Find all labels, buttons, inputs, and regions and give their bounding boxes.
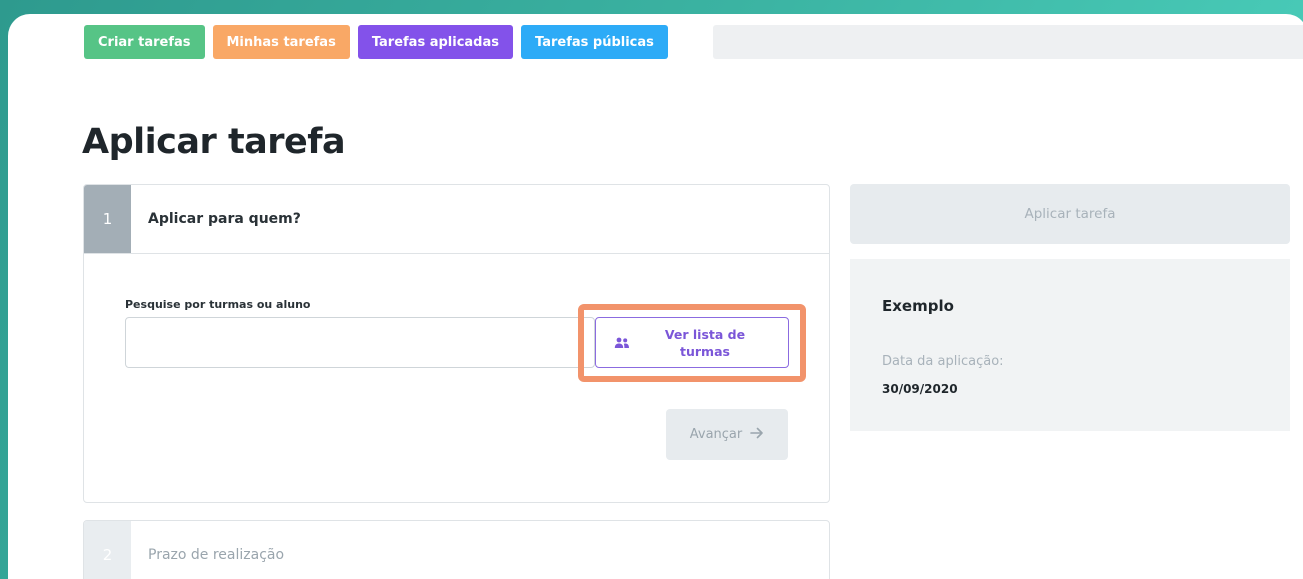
people-icon: [614, 337, 636, 349]
preview-panel: Exemplo Data da aplicação: 30/09/2020: [850, 259, 1290, 431]
tab-tarefas-aplicadas[interactable]: Tarefas aplicadas: [357, 25, 513, 59]
preview-title: Exemplo: [882, 297, 954, 315]
step-2-number: 2: [84, 521, 131, 579]
step-1-header[interactable]: 1 Aplicar para quem?: [84, 185, 829, 254]
step-1-panel: 1 Aplicar para quem? Pesquise por turmas…: [83, 184, 830, 503]
tab-criar-tarefas[interactable]: Criar tarefas: [84, 25, 205, 59]
page-title: Aplicar tarefa: [82, 122, 346, 162]
tab-bar: Criar tarefas Minhas tarefas Tarefas apl…: [84, 25, 668, 59]
preview-date-value: 30/09/2020: [882, 382, 958, 396]
arrow-right-icon: [750, 427, 764, 443]
search-input[interactable]: [125, 317, 595, 368]
step-1-number: 1: [84, 185, 131, 253]
apply-task-button[interactable]: Aplicar tarefa: [850, 184, 1290, 244]
step-2-title: Prazo de realização: [148, 547, 285, 563]
view-class-list-label: Ver lista de turmas: [664, 326, 746, 359]
tab-tarefas-publicas[interactable]: Tarefas públicas: [521, 25, 668, 59]
step-1-title: Aplicar para quem?: [148, 211, 301, 227]
next-button-label: Avançar: [689, 427, 743, 442]
step-2-panel[interactable]: 2 Prazo de realização: [83, 520, 830, 579]
view-class-list-button[interactable]: Ver lista de turmas: [595, 317, 789, 368]
preview-date-label: Data da aplicação:: [882, 354, 1004, 369]
tab-minhas-tarefas[interactable]: Minhas tarefas: [212, 25, 350, 59]
search-label: Pesquise por turmas ou aluno: [125, 298, 311, 311]
tab-bar-filler: [713, 25, 1303, 59]
next-button[interactable]: Avançar: [666, 409, 788, 460]
